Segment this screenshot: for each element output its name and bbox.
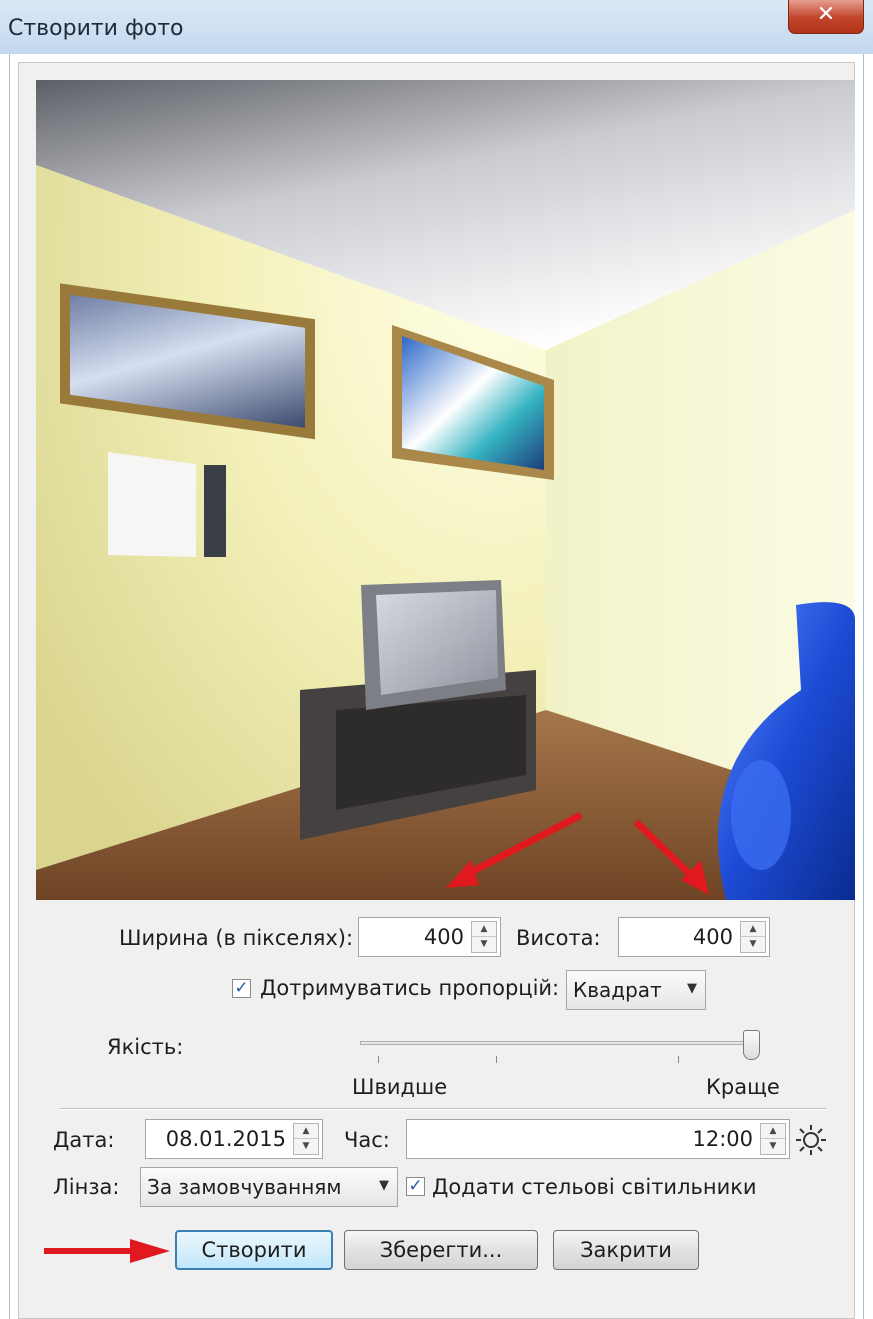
date-label: Дата: [53, 1128, 115, 1152]
spin-down-icon[interactable]: ▼ [472, 937, 496, 952]
spin-down-icon[interactable]: ▼ [761, 1139, 785, 1154]
slider-tick [378, 1056, 379, 1063]
lens-selected: За замовчуванням [147, 1175, 342, 1199]
width-label: Ширина (в пікселях): [119, 926, 354, 950]
slider-tick [678, 1056, 679, 1063]
time-value: 12:00 [692, 1127, 753, 1151]
quality-max-label: Краще [706, 1075, 780, 1099]
spin-up-icon[interactable]: ▲ [741, 922, 765, 937]
quality-label: Якість: [107, 1035, 184, 1059]
width-spinner[interactable]: ▲ ▼ [471, 921, 497, 953]
proportions-select[interactable]: Квадрат ▼ [566, 970, 706, 1010]
date-input[interactable]: 08.01.2015 ▲ ▼ [145, 1119, 323, 1159]
height-input[interactable]: 400 ▲ ▼ [618, 917, 770, 957]
chevron-down-icon: ▼ [687, 981, 697, 996]
save-button[interactable]: Зберегти... [344, 1230, 538, 1270]
close-window-button[interactable]: ✕ [788, 0, 864, 34]
time-spinner[interactable]: ▲ ▼ [760, 1123, 786, 1155]
spin-down-icon[interactable]: ▼ [294, 1139, 318, 1154]
close-icon: ✕ [816, 2, 836, 27]
sun-icon[interactable] [794, 1123, 828, 1157]
time-label: Час: [344, 1128, 390, 1152]
chevron-down-icon: ▼ [379, 1178, 389, 1193]
time-input[interactable]: 12:00 ▲ ▼ [406, 1119, 790, 1159]
create-button[interactable]: Створити [175, 1230, 333, 1270]
spin-up-icon[interactable]: ▲ [294, 1124, 318, 1139]
lens-select[interactable]: За замовчуванням ▼ [140, 1167, 398, 1207]
title-bar: Створити фото [0, 0, 873, 54]
date-spinner[interactable]: ▲ ▼ [293, 1123, 319, 1155]
spin-up-icon[interactable]: ▲ [761, 1124, 785, 1139]
height-value: 400 [692, 925, 733, 949]
height-spinner[interactable]: ▲ ▼ [740, 921, 766, 953]
slider-track [360, 1041, 760, 1045]
window-title: Створити фото [8, 16, 184, 41]
ceiling-lights-checkbox[interactable]: ✓ [406, 1177, 425, 1196]
width-input[interactable]: 400 ▲ ▼ [358, 917, 501, 957]
keep-proportions-checkbox[interactable]: ✓ [232, 979, 251, 998]
photo-preview [36, 80, 855, 900]
separator [60, 1108, 827, 1110]
quality-slider[interactable] [360, 1030, 770, 1080]
spin-down-icon[interactable]: ▼ [741, 937, 765, 952]
slider-tick [496, 1056, 497, 1063]
slider-thumb[interactable] [743, 1030, 760, 1060]
proportions-selected: Квадрат [573, 978, 662, 1002]
width-value: 400 [423, 925, 464, 949]
keep-proportions-label: Дотримуватись пропорцій: [260, 976, 560, 1000]
lens-label: Лінза: [53, 1175, 120, 1199]
spin-up-icon[interactable]: ▲ [472, 922, 496, 937]
close-button[interactable]: Закрити [553, 1230, 699, 1270]
ceiling-lights-label: Додати стельові світильники [432, 1175, 757, 1199]
date-value: 08.01.2015 [165, 1127, 286, 1151]
annotation-arrow [44, 1239, 170, 1263]
height-label: Висота: [516, 926, 601, 950]
quality-min-label: Швидше [352, 1075, 448, 1099]
